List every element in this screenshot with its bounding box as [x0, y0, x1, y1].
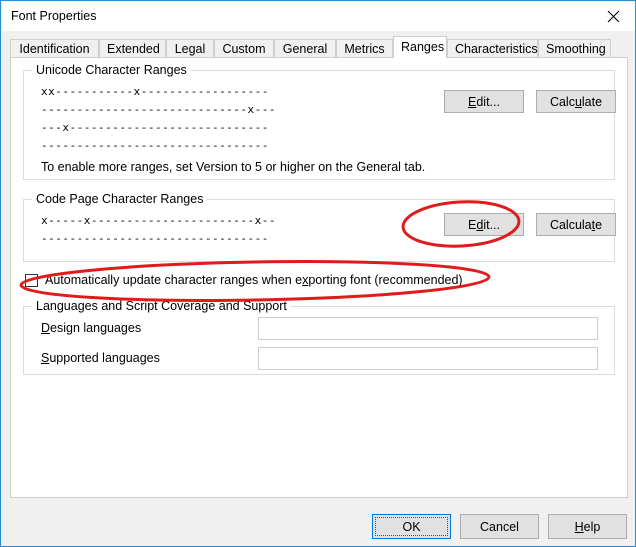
- help-button[interactable]: Help: [548, 514, 627, 539]
- languages-coverage-group: Languages and Script Coverage and Suppor…: [23, 299, 615, 375]
- languages-group-title: Languages and Script Coverage and Suppor…: [32, 299, 291, 313]
- tab-legal[interactable]: Legal: [166, 39, 214, 58]
- codepage-edit-button[interactable]: Edit...: [444, 213, 524, 236]
- ok-button[interactable]: OK: [372, 514, 451, 539]
- tab-extended[interactable]: Extended: [99, 39, 166, 58]
- unicode-range-row-1: xx-----------x------------------: [41, 85, 269, 98]
- unicode-calculate-button[interactable]: Calculate: [536, 90, 616, 113]
- unicode-character-ranges-group: Unicode Character Ranges xx-----------x-…: [23, 63, 616, 180]
- supported-languages-label: Supported languages: [41, 351, 160, 365]
- close-button[interactable]: [590, 2, 635, 31]
- ranges-tab-page: Unicode Character Ranges xx-----------x-…: [10, 57, 628, 498]
- unicode-range-row-4: --------------------------------: [41, 139, 269, 152]
- auto-update-ranges-checkbox[interactable]: [25, 273, 38, 287]
- codepage-group-title: Code Page Character Ranges: [32, 192, 208, 206]
- codepage-range-row-1: x-----x-----------------------x--: [41, 214, 277, 227]
- tab-characteristics[interactable]: Characteristics: [447, 39, 538, 58]
- unicode-version-hint: To enable more ranges, set Version to 5 …: [41, 160, 426, 174]
- title-bar: Font Properties: [2, 2, 635, 31]
- codepage-character-ranges-group: Code Page Character Ranges x-----x------…: [23, 192, 616, 262]
- unicode-edit-button[interactable]: Edit...: [444, 90, 524, 113]
- auto-update-ranges-label: Automatically update character ranges wh…: [45, 273, 463, 287]
- auto-update-ranges-checkbox-row[interactable]: Automatically update character ranges wh…: [25, 273, 463, 287]
- unicode-group-title: Unicode Character Ranges: [32, 63, 191, 77]
- tab-custom[interactable]: Custom: [214, 39, 274, 58]
- tab-identification[interactable]: Identification: [10, 39, 99, 58]
- window-title: Font Properties: [11, 9, 97, 23]
- font-properties-dialog: Font Properties Identification Extended …: [0, 0, 636, 547]
- unicode-range-row-3: ---x----------------------------: [41, 121, 269, 134]
- tab-smoothing[interactable]: Smoothing: [538, 39, 611, 58]
- codepage-range-row-2: --------------------------------: [41, 232, 269, 245]
- tab-metrics[interactable]: Metrics: [336, 39, 393, 58]
- tab-ranges[interactable]: Ranges: [393, 36, 447, 59]
- design-languages-input[interactable]: [258, 317, 598, 340]
- cancel-button[interactable]: Cancel: [460, 514, 539, 539]
- close-icon: [590, 10, 635, 23]
- tab-strip: Identification Extended Legal Custom Gen…: [10, 36, 628, 59]
- supported-languages-input[interactable]: [258, 347, 598, 370]
- ok-button-label: OK: [402, 519, 421, 534]
- tab-general[interactable]: General: [274, 39, 336, 58]
- design-languages-label: Design languages: [41, 321, 142, 335]
- codepage-calculate-button[interactable]: Calculate: [536, 213, 616, 236]
- unicode-range-row-2: -----------------------------x---: [41, 103, 277, 116]
